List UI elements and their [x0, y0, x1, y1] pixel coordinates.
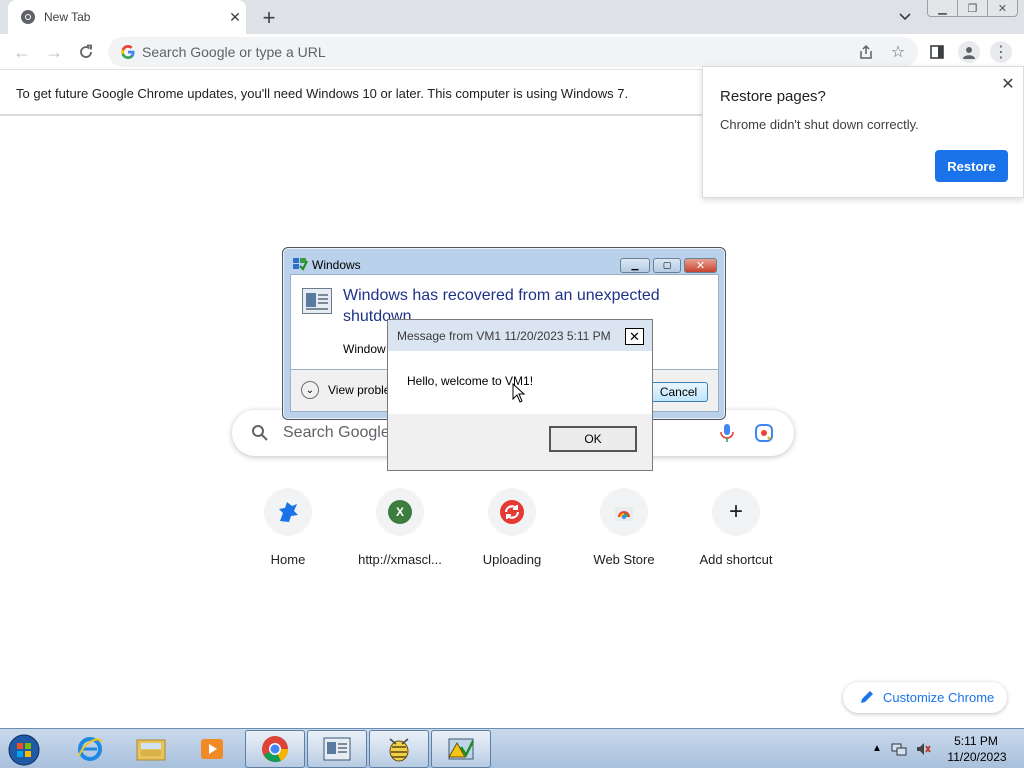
close-icon[interactable]: ✕	[625, 328, 644, 345]
close-window-button[interactable]: ✕	[684, 258, 717, 273]
chrome-icon	[20, 9, 36, 25]
pencil-icon	[859, 689, 875, 705]
minimize-button[interactable]: ▁	[620, 258, 650, 273]
shortcut-uploading[interactable]: Uploading	[456, 488, 568, 578]
shortcut-add[interactable]: + Add shortcut	[680, 488, 792, 578]
windows-dialog-taskbar-icon[interactable]	[307, 730, 367, 768]
sync-icon	[488, 488, 536, 536]
plus-icon: +	[712, 488, 760, 536]
minimize-button[interactable]: ▁	[928, 0, 958, 16]
internet-explorer-icon[interactable]	[60, 730, 120, 768]
media-player-icon[interactable]	[182, 730, 242, 768]
restore-button[interactable]: ❐	[958, 0, 988, 16]
ok-button[interactable]: OK	[549, 426, 637, 452]
message-titlebar: Message from VM1 11/20/2023 5:11 PM ✕	[388, 320, 652, 351]
file-explorer-icon[interactable]	[121, 730, 181, 768]
close-icon[interactable]: ✕	[999, 75, 1017, 93]
shortcut-label: Uploading	[482, 552, 542, 567]
share-icon[interactable]	[855, 41, 877, 63]
search-icon	[248, 421, 272, 445]
tab-new-tab[interactable]: New Tab ✕	[8, 0, 246, 34]
shortcut-home[interactable]: Home	[232, 488, 344, 578]
view-problem-details-link[interactable]: View proble	[328, 383, 390, 397]
customize-label: Customize Chrome	[883, 690, 995, 705]
shortcut-xmascl[interactable]: X http://xmascl...	[344, 488, 456, 578]
mouse-cursor-icon	[512, 382, 526, 403]
letter-x-icon: X	[376, 488, 424, 536]
bookmark-star-icon[interactable]: ☆	[887, 41, 909, 63]
start-button[interactable]	[4, 732, 44, 767]
close-window-button[interactable]: ✕	[988, 0, 1017, 16]
chrome-webstore-icon	[600, 488, 648, 536]
message-title: Message from VM1 11/20/2023 5:11 PM	[397, 329, 611, 343]
shortcut-label: Home	[270, 552, 306, 567]
browser-toolbar: ← → Search Google or type a URL ☆ ⋮	[0, 34, 1024, 70]
document-icon	[302, 288, 332, 314]
back-button[interactable]: ←	[10, 40, 34, 64]
profile-avatar-icon[interactable]	[958, 41, 980, 63]
windows-flag-icon	[291, 256, 309, 272]
show-hidden-icons-chevron-icon[interactable]: ▲	[870, 741, 884, 755]
tab-strip: New Tab ✕ + ▁ ❐ ✕	[0, 0, 1024, 34]
shortcut-letter: X	[388, 500, 412, 524]
cancel-button[interactable]: Cancel	[649, 382, 708, 402]
window-controls: ▁ ❐ ✕	[927, 0, 1018, 17]
restore-message: Chrome didn't shut down correctly.	[720, 117, 919, 132]
tab-title: New Tab	[44, 10, 91, 24]
menu-kebab-icon[interactable]: ⋮	[990, 41, 1012, 63]
tab-search-chevron-icon[interactable]	[895, 7, 915, 27]
bug-app-icon[interactable]	[369, 730, 429, 768]
reload-button[interactable]	[74, 40, 98, 64]
google-lens-icon[interactable]	[752, 421, 776, 445]
problem-reporting-icon[interactable]	[431, 730, 491, 768]
dialog-subtext: Window	[343, 342, 386, 356]
shortcut-label: http://xmascl...	[358, 552, 442, 567]
customize-chrome-button[interactable]: Customize Chrome	[843, 682, 1007, 713]
clock-time[interactable]: 5:11 PM	[946, 734, 1006, 748]
new-tab-button[interactable]: +	[257, 5, 281, 30]
omnibox[interactable]: Search Google or type a URL	[108, 37, 918, 67]
shortcut-label: Add shortcut	[699, 552, 773, 567]
infobar-message: To get future Google Chrome updates, you…	[16, 86, 629, 101]
tab-close-icon[interactable]: ✕	[226, 8, 244, 26]
windows-taskbar: ▲ 5:11 PM 11/20/2023	[0, 728, 1024, 768]
shortcut-web-store[interactable]: Web Store	[568, 488, 680, 578]
system-tray: ▲ 5:11 PM 11/20/2023	[866, 729, 1024, 768]
microphone-icon[interactable]	[716, 421, 738, 445]
shortcut-label: Web Store	[593, 552, 655, 567]
restore-button[interactable]: Restore	[935, 150, 1008, 182]
dinosaur-icon	[264, 488, 312, 536]
dialog-title: Windows	[312, 258, 361, 272]
restore-pages-bubble: Restore pages? Chrome didn't shut down c…	[702, 66, 1024, 198]
forward-button[interactable]: →	[42, 40, 66, 64]
chevron-down-icon[interactable]: ⌄	[301, 381, 319, 399]
omnibox-placeholder: Search Google or type a URL	[142, 44, 326, 60]
chrome-taskbar-icon[interactable]	[245, 730, 305, 768]
restore-title: Restore pages?	[720, 88, 826, 105]
ntp-search-placeholder: Search Google	[283, 424, 390, 441]
network-icon[interactable]	[890, 740, 908, 758]
clock-date[interactable]: 11/20/2023	[942, 750, 1012, 764]
side-panel-icon[interactable]	[926, 41, 948, 63]
google-g-icon	[120, 44, 136, 60]
maximize-button[interactable]: ▢	[653, 258, 681, 273]
volume-muted-icon[interactable]	[914, 740, 932, 758]
